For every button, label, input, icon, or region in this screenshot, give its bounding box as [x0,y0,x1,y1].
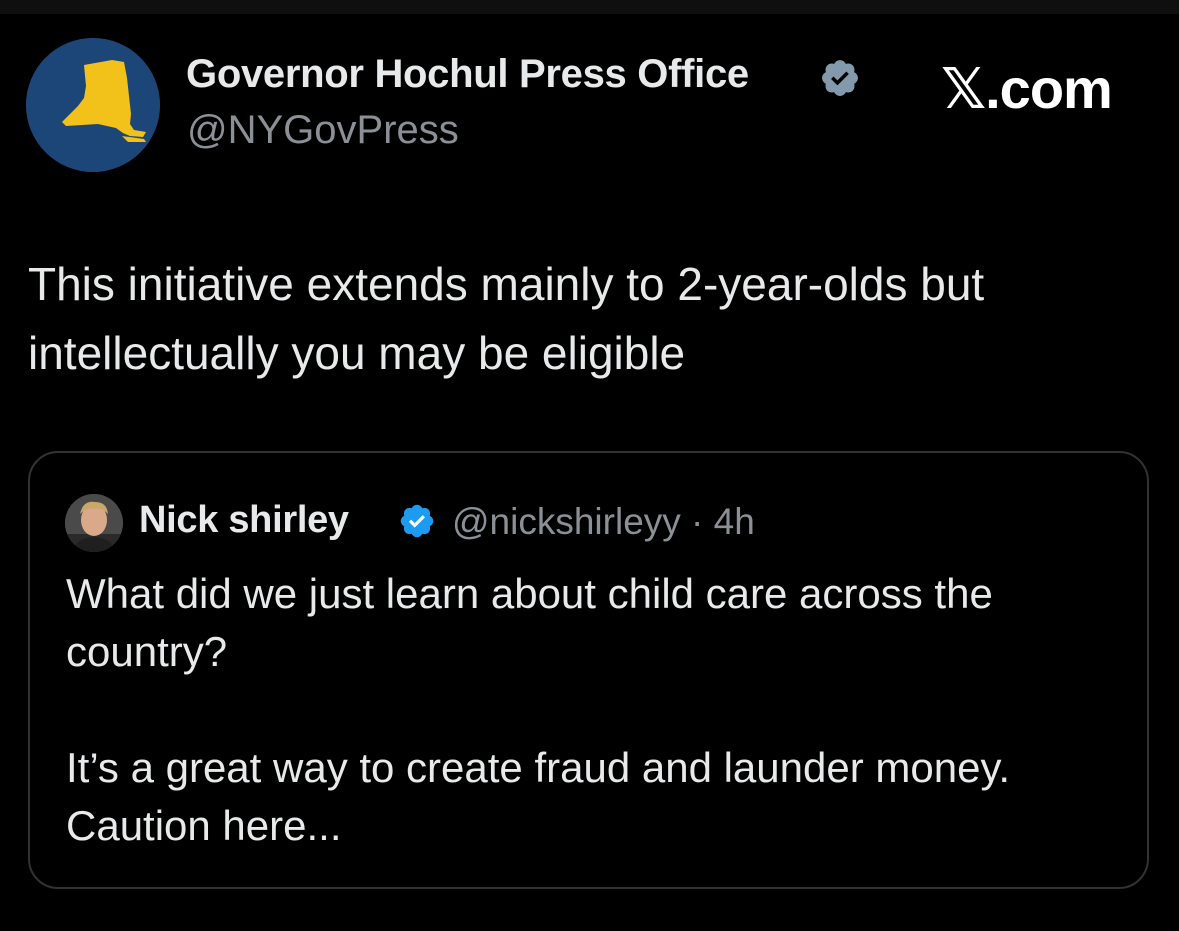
post-text-line: intellectually you may be eligible [28,327,686,379]
quoted-author-avatar[interactable] [65,494,123,552]
quoted-text-line: It’s a great way to create fraud and lau… [66,744,1010,791]
quoted-text-line: What did we just learn about child care … [66,570,993,617]
quoted-post-text: What did we just learn about child care … [66,565,1126,855]
author-name[interactable]: Governor Hochul Press Office [186,52,749,97]
blue-verified-badge-icon [400,504,434,538]
quoted-author-handle-timestamp[interactable]: @nickshirleyy · 4h [452,501,755,543]
quoted-text-line: Caution here... [66,802,342,849]
post-text-line: This initiative extends mainly to 2-year… [28,258,985,310]
author-avatar[interactable] [26,38,160,172]
quoted-author-name[interactable]: Nick shirley [139,499,349,542]
gray-verified-badge-icon [822,60,858,96]
status-bar-strip [0,0,1179,14]
post-text: This initiative extends mainly to 2-year… [28,250,1148,388]
new-york-state-map-icon [26,38,160,172]
author-handle[interactable]: @NYGovPress [187,108,459,153]
profile-photo-avatar [65,494,123,552]
x-com-watermark: 𝕏.com [941,57,1113,120]
quoted-text-line: country? [66,628,228,675]
